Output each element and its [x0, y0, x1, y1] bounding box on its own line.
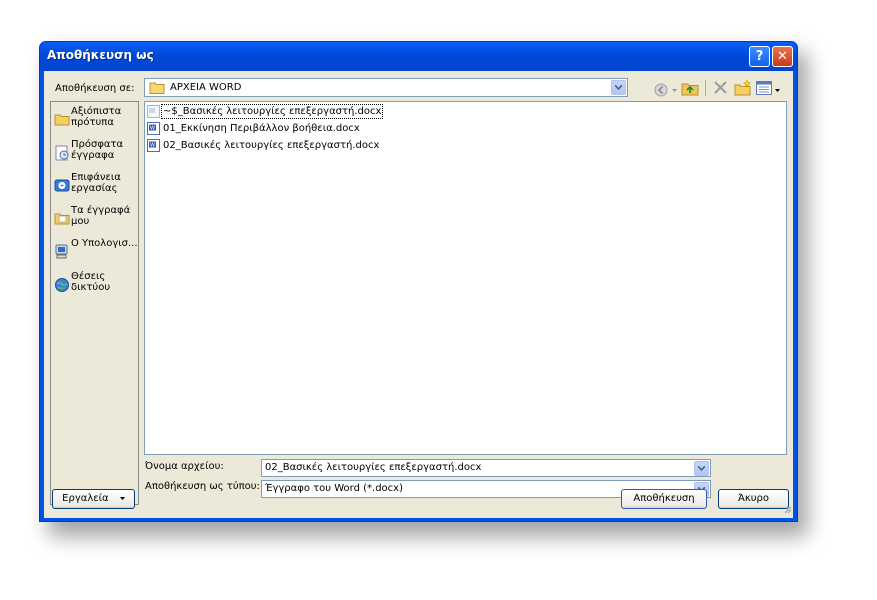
filetype-value: Έγγραφο του Word (*.docx) — [265, 483, 403, 494]
cancel-button[interactable]: Άκυρο — [718, 489, 789, 509]
chevron-down-icon[interactable] — [694, 461, 709, 476]
dialog-body: Αποθήκευση σε: ΑΡΧΕΙΑ WORD Αξιόπιστα πρό… — [44, 71, 793, 518]
tools-label: Εργαλεία — [62, 493, 109, 504]
place-my-documents[interactable]: Τα έγγραφά μου — [53, 205, 138, 235]
place-label: Θέσεις δικτύου — [71, 271, 111, 293]
desktop-icon — [54, 178, 70, 194]
toolbar-separator — [705, 80, 706, 96]
my-computer-icon — [54, 244, 70, 260]
place-my-computer[interactable]: Ο Υπολογισ... — [53, 238, 138, 268]
filename-input[interactable]: 02_Βασικές λειτουργίες επεξεργαστή.docx — [265, 462, 481, 473]
up-one-level-icon[interactable] — [681, 81, 699, 99]
svg-text:W: W — [150, 126, 155, 132]
word-document-icon: W — [147, 139, 160, 152]
file-list[interactable]: ~$_Βασικές λειτουργίες επεξεργαστή.docx … — [144, 101, 787, 455]
views-dropdown-icon[interactable] — [775, 85, 780, 96]
tools-button[interactable]: Εργαλεία — [52, 489, 135, 509]
cancel-label: Άκυρο — [737, 493, 770, 504]
file-name: ~$_Βασικές λειτουργίες επεξεργαστή.docx — [160, 104, 384, 119]
folder-icon — [54, 112, 70, 128]
word-document-icon: W — [147, 122, 160, 135]
temp-document-icon — [147, 105, 160, 118]
filename-label: Όνομα αρχείου: — [145, 461, 224, 472]
save-in-combo[interactable]: ΑΡΧΕΙΑ WORD — [144, 78, 628, 97]
file-name: 01_Εκκίνηση Περιβάλλον βοήθεια.docx — [163, 123, 360, 134]
save-button[interactable]: Αποθήκευση — [621, 489, 707, 509]
file-name: 02_Βασικές λειτουργίες επεξεργαστή.docx — [163, 140, 380, 151]
place-label: Ο Υπολογισ... — [71, 238, 138, 249]
dialog-title: Αποθήκευση ως — [47, 48, 154, 62]
title-bar[interactable]: Αποθήκευση ως ? ✕ — [40, 42, 797, 71]
save-in-label: Αποθήκευση σε: — [55, 83, 135, 94]
place-label: Αξιόπιστα πρότυπα — [71, 106, 122, 128]
save-as-dialog: Αποθήκευση ως ? ✕ Αποθήκευση σε: ΑΡΧΕΙΑ … — [39, 41, 798, 522]
save-label: Αποθήκευση — [633, 493, 695, 504]
network-places-icon — [54, 277, 70, 293]
back-icon[interactable] — [654, 83, 668, 100]
place-recent-documents[interactable]: Πρόσφατα έγγραφα — [53, 139, 138, 169]
views-icon[interactable] — [756, 81, 772, 98]
folder-icon — [149, 81, 165, 97]
recent-documents-icon — [54, 145, 70, 161]
delete-icon[interactable] — [714, 81, 727, 97]
chevron-down-icon — [119, 497, 125, 500]
place-label: Τα έγγραφά μου — [71, 205, 131, 227]
close-button[interactable]: ✕ — [772, 46, 793, 67]
place-label: Πρόσφατα έγγραφα — [71, 139, 124, 161]
resize-grip-icon[interactable] — [782, 504, 792, 517]
chevron-down-icon[interactable] — [611, 80, 626, 95]
my-documents-icon — [54, 211, 70, 227]
place-label: Επιφάνεια εργασίας — [71, 172, 121, 194]
place-trusted-templates[interactable]: Αξιόπιστα πρότυπα — [53, 106, 138, 136]
new-folder-icon[interactable] — [734, 79, 752, 99]
save-in-value: ΑΡΧΕΙΑ WORD — [170, 82, 242, 93]
filename-combo[interactable]: 02_Βασικές λειτουργίες επεξεργαστή.docx — [261, 459, 711, 477]
back-dropdown-icon[interactable] — [672, 85, 677, 96]
places-bar: Αξιόπιστα πρότυπα Πρόσφατα έγγραφα Επιφά… — [50, 101, 139, 505]
svg-text:W: W — [150, 143, 155, 149]
filetype-label: Αποθήκευση ως τύπου: — [145, 481, 260, 492]
place-desktop[interactable]: Επιφάνεια εργασίας — [53, 172, 138, 202]
help-button[interactable]: ? — [749, 46, 770, 67]
place-network-places[interactable]: Θέσεις δικτύου — [53, 271, 138, 301]
